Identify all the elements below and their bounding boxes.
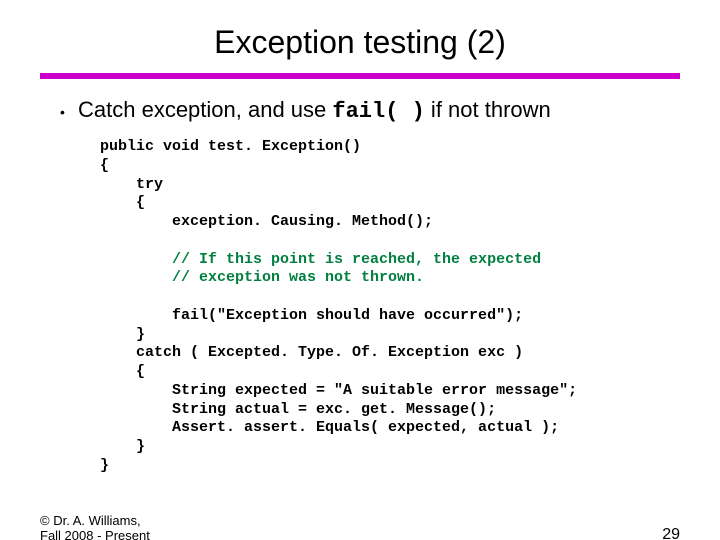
bullet-text: Catch exception, and use fail( ) if not …	[78, 97, 551, 124]
footer-author: © Dr. A. Williams, Fall 2008 - Present	[40, 513, 150, 540]
slide: Exception testing (2) • Catch exception,…	[0, 24, 720, 540]
bullet-icon: •	[60, 101, 78, 123]
title-divider	[40, 73, 680, 79]
page-number: 29	[662, 526, 680, 540]
slide-title: Exception testing (2)	[0, 24, 720, 61]
bullet-item: • Catch exception, and use fail( ) if no…	[60, 97, 720, 124]
code-block: public void test. Exception() { try { ex…	[100, 138, 720, 476]
